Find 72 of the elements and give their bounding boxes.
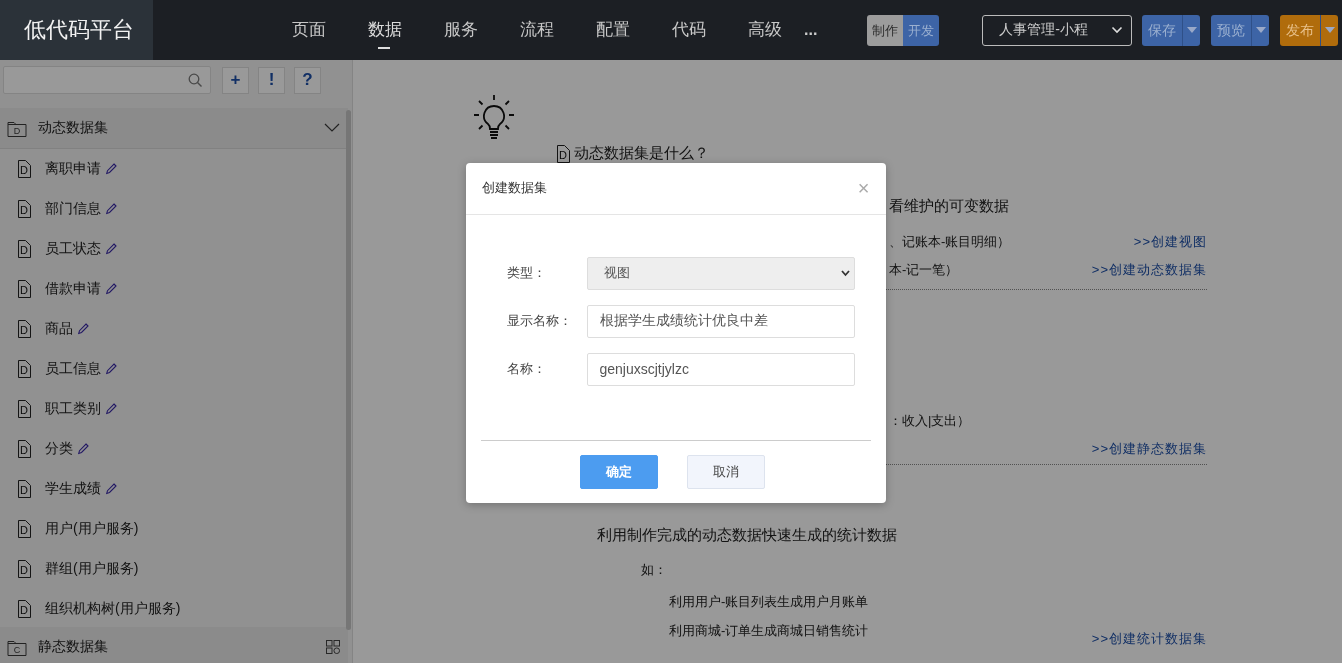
logo: 低代码平台 — [0, 0, 153, 60]
guide-text: 利用用户-账目列表生成用户月账单 — [669, 592, 869, 611]
item-label: 分类 — [45, 440, 73, 458]
chevron-down-icon — [1111, 26, 1124, 34]
document-icon: D — [17, 280, 31, 298]
lightbulb-icon — [473, 94, 515, 140]
tool-button[interactable]: ? — [294, 66, 321, 94]
group-header[interactable]: C 静态数据集 — [0, 627, 348, 663]
document-icon: D — [17, 160, 31, 178]
create-link[interactable]: >>创建统计数据集 — [1091, 629, 1207, 648]
guide-text: ：收入|支出） — [889, 412, 971, 430]
dialog-title: 创建数据集 — [481, 179, 547, 197]
document-icon: D — [17, 400, 31, 418]
document-icon: D — [17, 480, 31, 498]
document-icon: D — [17, 240, 31, 258]
section-heading: 动态数据集是什么？ — [574, 144, 709, 163]
tool-button[interactable]: ! — [258, 66, 285, 94]
cancel-button[interactable]: 取消 — [686, 454, 765, 489]
field-label: 显示名称： — [506, 312, 573, 330]
mode-tab[interactable]: 制作 — [867, 14, 904, 46]
caret-icon — [1186, 27, 1197, 33]
document-icon: D — [17, 520, 31, 538]
item-label: 借款申请 — [45, 280, 101, 298]
nav-tab[interactable]: 流程 — [520, 0, 554, 60]
nav-tab[interactable]: 高级 — [748, 0, 782, 60]
tool-button[interactable]: + — [222, 66, 249, 94]
caret-icon — [1255, 27, 1266, 33]
nav-tab[interactable]: 配置 — [596, 0, 630, 60]
input-field[interactable]: genjuxscjtjylzc — [586, 352, 855, 386]
document-icon: D — [556, 144, 570, 163]
scrollbar[interactable] — [346, 110, 351, 630]
guide-text: 利用商城-订单生成商城日销售统计 — [669, 621, 869, 640]
document-icon: D — [17, 560, 31, 578]
document-icon: D — [17, 200, 31, 218]
more-menu[interactable]: ... — [804, 21, 818, 39]
field-label: 名称： — [506, 360, 547, 378]
guide-text: 如： — [641, 561, 667, 579]
item-label: 学生成绩 — [45, 480, 101, 498]
chevron-down-icon — [840, 269, 850, 277]
caret-icon — [1324, 27, 1335, 33]
item-label: 员工状态 — [45, 240, 101, 258]
create-link[interactable]: >>创建视图 — [1133, 233, 1207, 251]
nav-tab[interactable]: 代码 — [672, 0, 706, 60]
group-title: 静态数据集 — [38, 638, 109, 656]
nav-tab[interactable]: 数据 — [368, 0, 402, 60]
item-label: 职工类别 — [45, 400, 101, 418]
app-select[interactable]: 人事管理-小程 — [982, 14, 1133, 46]
group-header[interactable]: D 动态数据集 — [0, 108, 348, 149]
guide-text: 、记账本-账目明细） — [889, 233, 1011, 251]
search-icon — [188, 73, 202, 87]
input-field[interactable]: 根据学生成绩统计优良中差 — [586, 304, 855, 338]
document-icon: D — [17, 600, 31, 618]
field-label: 类型： — [506, 264, 547, 282]
create-link[interactable]: >>创建静态数据集 — [1091, 440, 1207, 458]
create-link[interactable]: >>创建动态数据集 — [1091, 261, 1207, 279]
guide-text: 本-记一笔） — [889, 261, 959, 279]
document-icon: D — [17, 320, 31, 338]
document-icon: D — [17, 440, 31, 458]
guide-text: 利用制作完成的动态数据快速生成的统计数据 — [597, 525, 897, 545]
item-label: 离职申请 — [45, 160, 101, 178]
group-title: 动态数据集 — [38, 119, 109, 137]
item-label: 部门信息 — [45, 200, 101, 218]
guide-text: 看维护的可变数据 — [889, 196, 1009, 216]
search-field[interactable] — [3, 66, 211, 94]
item-label: 群组(用户服务) — [45, 560, 139, 578]
item-label: 组织机构树(用户服务) — [45, 600, 181, 618]
nav-tab[interactable]: 页面 — [292, 0, 326, 60]
document-icon: D — [17, 360, 31, 378]
item-label: 商品 — [45, 320, 73, 338]
item-label: 员工信息 — [45, 360, 101, 378]
nav-tab[interactable]: 服务 — [444, 0, 478, 60]
item-label: 用户(用户服务) — [45, 520, 139, 538]
